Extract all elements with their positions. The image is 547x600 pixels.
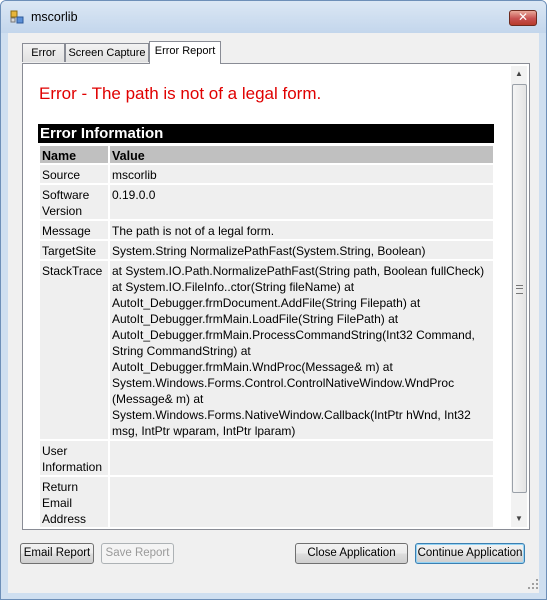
close-button[interactable]: ✕ [509,10,537,26]
grip-icon [516,285,523,294]
tab-error[interactable]: Error [22,43,65,62]
email-report-button[interactable]: Email Report [20,543,94,564]
tab-screen-capture[interactable]: Screen Capture [65,43,149,62]
scrollbar-thumb[interactable] [512,84,527,493]
column-header-name: Name [40,146,108,163]
error-title: Error - The path is not of a legal form. [39,84,322,103]
application-icon [10,10,24,24]
row-value-source: mscorlib [110,165,493,183]
vertical-scrollbar[interactable]: ▲ ▼ [511,66,527,527]
row-name-return-email: Return Email Address [40,477,108,527]
column-header-value: Value [110,146,493,163]
section-heading: Error Information [38,124,494,143]
window: mscorlib ✕ Error Screen Capture Error Re… [0,0,547,600]
row-name-user-information: User Information [40,441,108,475]
row-value-target-site: System.String NormalizePathFast(System.S… [110,241,493,259]
close-icon: ✕ [517,10,529,24]
row-value-software-version: 0.19.0.0 [110,185,493,219]
scroll-up-arrow-icon[interactable]: ▲ [511,66,527,82]
row-value-return-email [110,477,493,527]
save-report-button[interactable]: Save Report [101,543,174,564]
row-value-user-information [110,441,493,475]
scroll-down-arrow-icon[interactable]: ▼ [511,511,527,527]
window-title: mscorlib [31,10,78,24]
row-name-message: Message [40,221,108,239]
row-name-source: Source [40,165,108,183]
dialog-body: Error Screen Capture Error Report Error … [8,33,539,593]
report-view: Error - The path is not of a legal form.… [25,66,509,527]
resize-grip-icon[interactable] [528,579,538,589]
row-name-stack-trace: StackTrace [40,261,108,439]
close-application-button[interactable]: Close Application [295,543,408,564]
title-bar[interactable]: mscorlib ✕ [1,1,546,33]
row-value-message: The path is not of a legal form. [110,221,493,239]
row-name-software-version: Software Version [40,185,108,219]
tab-panel: Error - The path is not of a legal form.… [22,63,530,530]
row-name-target-site: TargetSite [40,241,108,259]
continue-application-button[interactable]: Continue Application [415,543,525,564]
tab-error-report[interactable]: Error Report [149,41,221,64]
row-value-stack-trace: at System.IO.Path.NormalizePathFast(Stri… [110,261,493,439]
